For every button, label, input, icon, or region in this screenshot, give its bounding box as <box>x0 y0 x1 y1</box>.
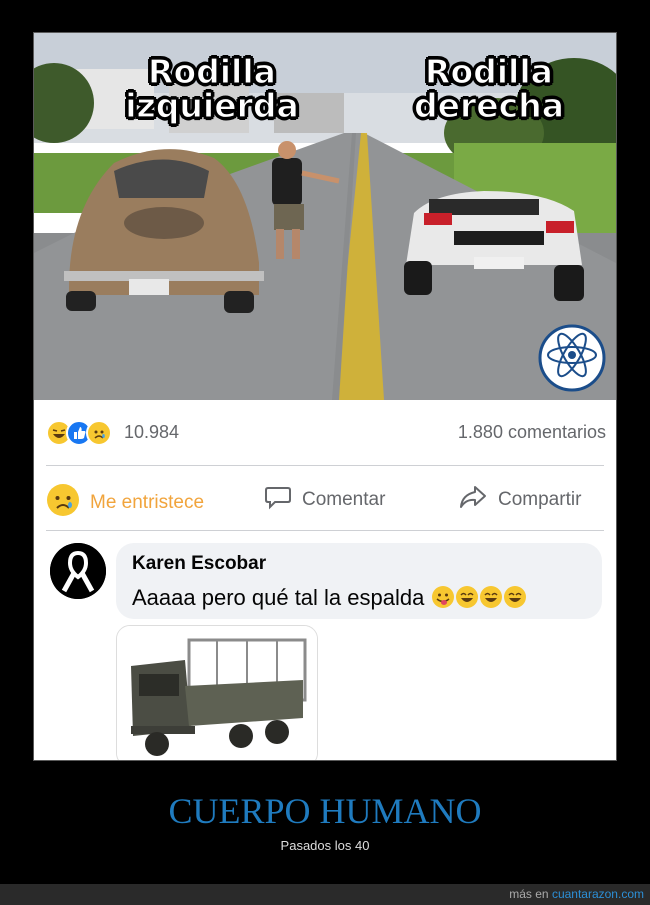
footer-link[interactable]: cuantarazon.com <box>552 887 644 901</box>
comment-count[interactable]: 1.880 comentarios <box>458 422 606 443</box>
sad-face-icon <box>46 483 80 523</box>
reaction-summary: 10.984 1.880 comentarios <box>34 400 616 464</box>
tongue-out-emoji-icon <box>432 586 455 608</box>
caption-left-line1: Rodilla <box>147 52 276 91</box>
comment-button[interactable]: Comentar <box>264 483 385 517</box>
grinning-emoji-icon <box>480 586 503 608</box>
comment-text-row: Aaaaa pero qué tal la espalda <box>132 585 527 611</box>
mourning-ribbon-icon <box>50 543 106 599</box>
comment-label: Comentar <box>302 489 386 510</box>
reaction-count[interactable]: 10.984 <box>124 422 179 443</box>
share-label: Compartir <box>498 489 582 510</box>
caption-left-knee: Rodilla izquierda <box>112 52 312 125</box>
caption-right-line2: derecha <box>413 86 564 125</box>
caption-right-line1: Rodilla <box>424 52 553 91</box>
share-arrow-icon <box>458 483 488 517</box>
comment-attachment-image[interactable] <box>116 625 318 760</box>
comment-section: Karen Escobar Aaaaa pero qué tal la espa… <box>34 533 616 760</box>
footer-prefix: más en <box>509 887 552 901</box>
comment-bubble-icon <box>264 483 292 517</box>
footer-bar: más en cuantarazon.com <box>0 884 650 905</box>
footer-text: más en cuantarazon.com <box>509 887 644 901</box>
page-title: CUERPO HUMANO <box>168 791 482 831</box>
grinning-emoji-icon <box>456 586 479 608</box>
sad-reaction-button[interactable]: Me entristece <box>46 483 204 523</box>
share-button[interactable]: Compartir <box>458 483 581 517</box>
sad-icon <box>86 420 112 446</box>
comment-text: Aaaaa pero qué tal la espalda <box>132 585 425 610</box>
grinning-emoji-icon <box>504 586 527 608</box>
ciencia-logo-icon <box>538 324 606 392</box>
avatar[interactable] <box>50 543 106 599</box>
action-bar: Me entristece Comentar Compartir <box>34 465 616 529</box>
reaction-icons[interactable] <box>46 420 112 446</box>
sad-reaction-label: Me entristece <box>90 492 205 513</box>
caption-right-knee: Rodilla derecha <box>399 52 579 125</box>
caption-left-line2: izquierda <box>125 86 300 125</box>
burnt-truck-image <box>117 626 317 760</box>
comment-author[interactable]: Karen Escobar <box>132 553 266 575</box>
meme-post: Rodilla izquierda Rodilla derecha 10.984… <box>33 32 617 761</box>
comment-bubble: Karen Escobar Aaaaa pero qué tal la espa… <box>116 543 602 619</box>
divider-bottom <box>46 530 604 531</box>
page-subtitle: Pasados los 40 <box>280 838 370 853</box>
